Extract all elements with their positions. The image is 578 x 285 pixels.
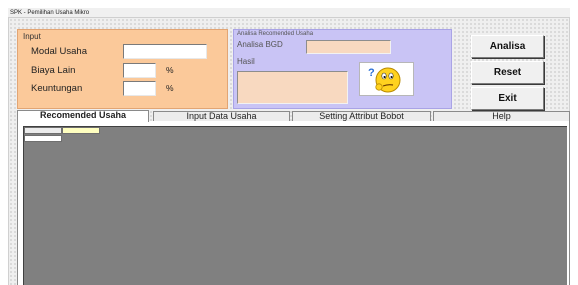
thinking-smiley-icon: ?: [368, 67, 401, 93]
input-panel: Input Modal Usaha Biaya Lain % Keuntunga…: [17, 29, 228, 109]
biaya-lain-unit: %: [166, 65, 174, 75]
window-title: SPK - Pemilihan Usaha Mikro: [8, 8, 570, 18]
analisa-button[interactable]: Analisa: [471, 35, 544, 58]
analisa-bgd-field[interactable]: [306, 40, 391, 54]
tab-help[interactable]: Help: [433, 111, 570, 121]
keuntungan-input[interactable]: [123, 81, 156, 96]
tab-setting-attribut-bobot[interactable]: Setting Attribut Bobot: [292, 111, 431, 121]
keuntungan-unit: %: [166, 83, 174, 93]
grid-row-cell[interactable]: [24, 135, 62, 142]
recommendation-grid[interactable]: [23, 126, 567, 285]
exit-button[interactable]: Exit: [471, 87, 544, 110]
hasil-field[interactable]: [237, 71, 348, 104]
tab-input-data-usaha[interactable]: Input Data Usaha: [153, 111, 290, 121]
grid-header-cell[interactable]: [24, 127, 62, 134]
modal-usaha-input[interactable]: [123, 44, 207, 59]
modal-usaha-label: Modal Usaha: [31, 46, 87, 57]
keuntungan-label: Keuntungan: [31, 83, 83, 94]
grid-header-cell-highlight[interactable]: [62, 127, 100, 134]
analisa-panel: Analisa Recomended Usaha Analisa BGD Has…: [233, 29, 452, 109]
hasil-label: Hasil: [237, 57, 255, 66]
biaya-lain-label: Biaya Lain: [31, 65, 76, 76]
svg-text:?: ?: [368, 67, 375, 79]
reset-button[interactable]: Reset: [471, 61, 544, 84]
tab-recomended-usaha[interactable]: Recomended Usaha: [17, 110, 149, 122]
input-panel-title: Input: [23, 32, 41, 41]
biaya-lain-input[interactable]: [123, 63, 156, 78]
result-image-frame: ?: [359, 62, 414, 96]
application-window: SPK - Pemilihan Usaha Mikro Input Modal …: [0, 0, 578, 285]
analisa-panel-title: Analisa Recomended Usaha: [237, 31, 314, 37]
tab-strip: Recomended Usaha Input Data Usaha Settin…: [17, 110, 570, 122]
analisa-bgd-label: Analisa BGD: [237, 40, 283, 49]
